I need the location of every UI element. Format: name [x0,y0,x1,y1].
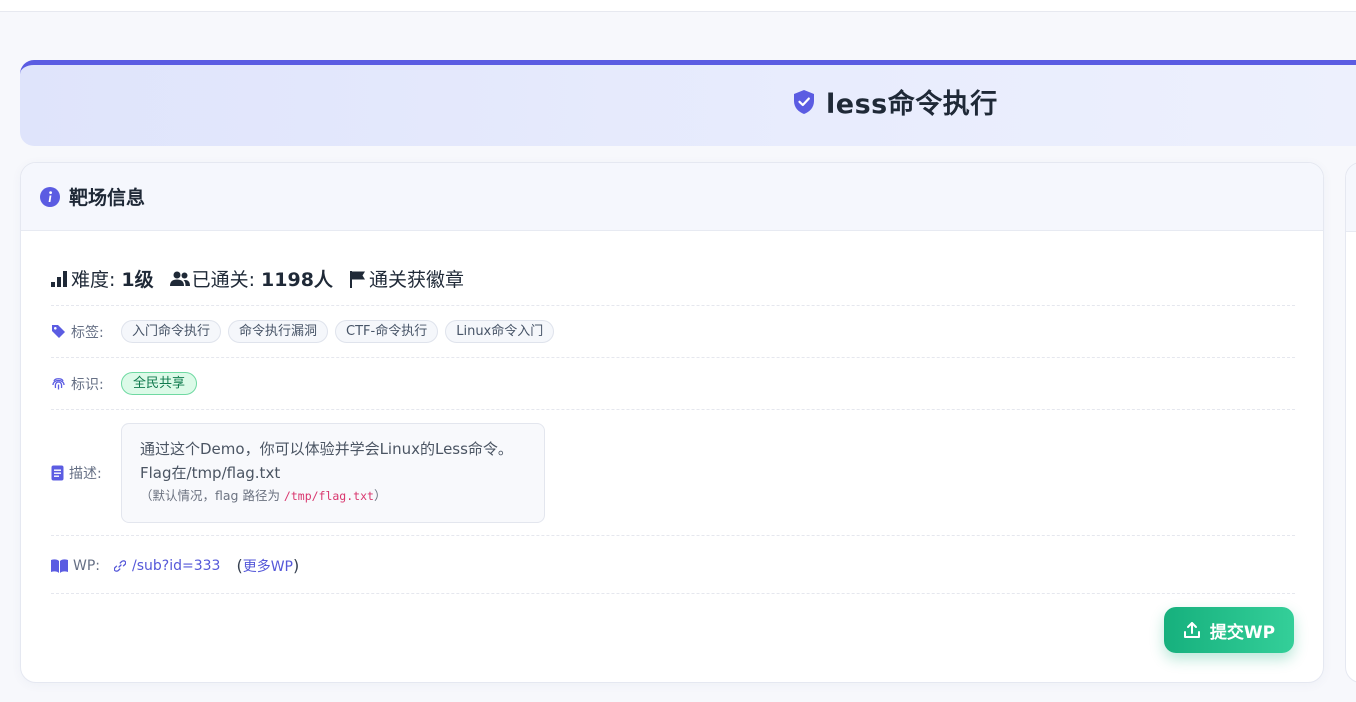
tags-label-text: 标签: [71,324,104,341]
wp-label: WP: [51,558,100,574]
users-icon [169,271,190,287]
tag-chip[interactable]: 入门命令执行 [121,320,222,343]
wp-row: WP: /sub?id=333 (更多WP) [51,556,299,576]
paren-close: ) [293,556,300,575]
title-banner: less命令执行 [20,60,1356,146]
signal-bars-icon [51,270,69,287]
upload-icon [1183,621,1201,639]
tags-label: 标签: [51,322,121,342]
page-title: less命令执行 [826,89,998,120]
side-panel-card [1345,162,1356,683]
identity-label-text: 标识: [71,376,104,393]
divider [51,357,1295,358]
identity-label: 标识: [51,374,121,394]
flag-icon [349,270,367,288]
divider [51,409,1295,410]
link-icon [114,560,127,572]
shield-check-icon [792,89,816,115]
note-suffix: ） [373,488,387,503]
description-box: 通过这个Demo，你可以体验并学会Linux的Less命令。 Flag在/tmp… [121,423,545,523]
identity-row: 标识: 全民共享 [51,372,198,395]
description-label-text: 描述: [69,466,102,482]
description-label: 描述: [51,463,121,483]
card-header: 靶场信息 [21,163,1323,231]
divider [51,535,1295,536]
note-prefix: （默认情况，flag 路径为 [140,488,284,503]
tag-list: 入门命令执行 命令执行漏洞 CTF-命令执行 Linux命令入门 [121,320,555,343]
divider [51,305,1295,306]
tag-chip[interactable]: CTF-命令执行 [335,320,439,343]
submit-wp-label: 提交WP [1209,622,1276,643]
description-line-2: Flag在/tmp/flag.txt [140,464,281,482]
description-line-1: 通过这个Demo，你可以体验并学会Linux的Less命令。 [140,440,513,458]
info-icon [40,186,60,207]
solved-value: 1198人 [261,269,333,291]
difficulty-stat: 难度: 1级 [51,265,154,292]
share-badge: 全民共享 [121,372,198,395]
solved-label: 已通关: [191,269,256,291]
more-wp: (更多WP) [236,556,299,576]
wp-link[interactable]: /sub?id=333 [114,558,220,574]
fingerprint-icon [51,376,66,391]
side-panel-header [1346,163,1356,232]
description-note: （默认情况，flag 路径为 /tmp/flag.txt） [140,486,526,506]
range-info-card: 靶场信息 难度: 1级 已通关: 1198人 通关获徽章 标签: 入门命令执行 … [20,162,1324,683]
top-bar [0,0,1356,12]
divider [51,593,1295,594]
wp-link-text: /sub?id=333 [132,558,221,574]
card-title: 靶场信息 [69,187,146,209]
tag-chip[interactable]: 命令执行漏洞 [228,320,329,343]
stats-row: 难度: 1级 已通关: 1198人 通关获徽章 [51,265,480,292]
title-wrap: less命令执行 [792,82,998,121]
book-icon [51,559,68,573]
description-row: 描述: 通过这个Demo，你可以体验并学会Linux的Less命令。 Flag在… [51,423,545,523]
difficulty-label: 难度: [71,269,116,291]
tags-row: 标签: 入门命令执行 命令执行漏洞 CTF-命令执行 Linux命令入门 [51,320,555,343]
solved-stat: 已通关: 1198人 [169,265,333,292]
tag-icon [51,324,66,339]
badge-stat: 通关获徽章 [349,265,464,292]
difficulty-value: 1级 [121,269,154,291]
badge-reward-text: 通关获徽章 [368,269,464,291]
submit-wp-button[interactable]: 提交WP [1164,607,1294,653]
more-wp-link[interactable]: 更多WP [243,559,293,575]
document-icon [51,465,64,481]
wp-label-text: WP: [73,558,101,574]
tag-chip[interactable]: Linux命令入门 [445,320,555,343]
flag-path: /tmp/flag.txt [283,489,374,503]
